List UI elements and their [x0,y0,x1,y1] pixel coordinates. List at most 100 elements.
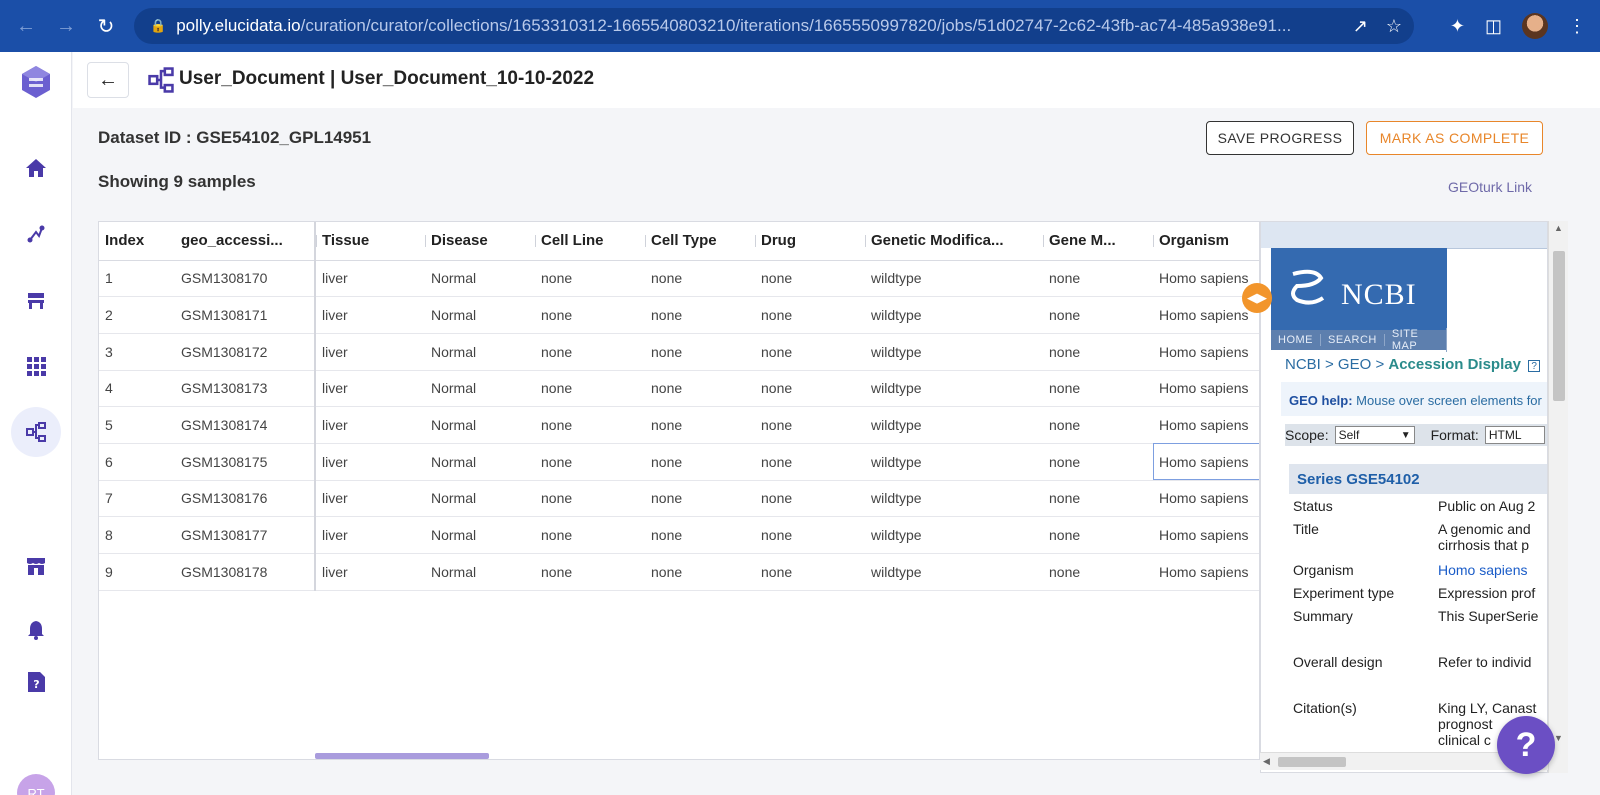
table-cell[interactable]: none [755,516,865,554]
table-row[interactable]: 4 GSM1308173 liver Normal none none none wildty… [99,370,1259,408]
geoturk-link[interactable]: GEOturk Link [1448,179,1532,195]
save-progress-button[interactable]: SAVE PROGRESS [1206,121,1354,155]
table-cell[interactable]: Normal [425,553,535,591]
geo-vscroll-thumb[interactable] [1553,251,1565,401]
side-panel-icon[interactable]: ◫ [1485,16,1502,37]
table-cell[interactable]: none [1043,480,1153,518]
table-cell[interactable]: liver [315,480,425,518]
column-divider[interactable] [645,235,646,247]
reload-icon[interactable]: ↻ [88,8,124,44]
table-cell[interactable]: none [645,333,755,371]
address-bar[interactable]: 🔒 polly.elucidata.io/curation/curator/co… [134,8,1414,44]
table-row[interactable]: 5 GSM1308174 liver Normal none none none wildty… [99,406,1259,444]
column-divider[interactable] [755,235,756,247]
help-doc-icon[interactable]: ? [16,662,56,702]
table-cell[interactable]: Normal [425,260,535,298]
format-select[interactable]: HTML [1484,426,1545,444]
table-cell[interactable]: GSM1308171 [175,296,316,334]
table-row[interactable]: 8 GSM1308177 liver Normal none none none wildty… [99,516,1259,554]
panel-resize-handle[interactable]: ◀▶ [1242,283,1272,313]
table-cell[interactable]: none [755,296,865,334]
table-cell[interactable]: none [535,333,645,371]
table-cell[interactable]: none [535,296,645,334]
column-header[interactable]: geo_accessi... [175,222,316,261]
table-cell[interactable]: GSM1308173 [175,370,316,408]
table-cell[interactable]: GSM1308176 [175,480,316,518]
table-cell[interactable]: none [645,516,755,554]
bell-icon[interactable] [16,610,56,650]
table-cell[interactable]: 5 [99,406,175,444]
scroll-up-icon[interactable]: ▲ [1554,223,1563,233]
table-row[interactable]: 6 GSM1308175 liver Normal none none none wildty… [99,443,1259,481]
table-cell[interactable]: GSM1308177 [175,516,316,554]
table-cell[interactable]: GSM1308174 [175,406,316,444]
scroll-down-icon[interactable]: ▼ [1554,733,1563,743]
table-cell[interactable]: none [1043,333,1153,371]
table-cell[interactable]: Normal [425,443,535,481]
polly-logo-icon[interactable] [16,62,56,102]
user-avatar[interactable]: RT [17,774,55,795]
column-divider[interactable] [1043,235,1044,247]
table-cell[interactable]: none [645,370,755,408]
column-header[interactable]: Cell Line [535,222,645,261]
table-cell[interactable]: none [755,443,865,481]
back-arrow-icon[interactable]: ← [8,8,44,44]
table-cell[interactable]: none [1043,406,1153,444]
table-cell[interactable]: none [535,553,645,591]
curation-icon[interactable] [11,407,61,457]
table-cell[interactable]: wildtype [865,333,1043,371]
table-cell[interactable]: wildtype [865,443,1043,481]
geo-detail-value[interactable]: Homo sapiens [1438,562,1528,578]
table-cell[interactable]: none [1043,516,1153,554]
ncbi-nav-sitemap[interactable]: SITE MAP [1385,328,1447,352]
column-divider[interactable] [1153,235,1154,247]
apps-grid-icon[interactable] [16,346,56,386]
back-button[interactable]: ← [87,62,129,98]
table-cell[interactable]: 1 [99,260,175,298]
ncbi-nav-search[interactable]: SEARCH [1321,334,1385,346]
table-cell[interactable]: Normal [425,296,535,334]
table-cell[interactable]: Homo sapiens [1153,516,1259,554]
geo-hscroll-thumb[interactable] [1278,757,1346,767]
table-cell[interactable]: Normal [425,370,535,408]
table-horizontal-scrollbar[interactable] [315,753,489,759]
table-cell[interactable]: 4 [99,370,175,408]
table-cell[interactable]: Normal [425,333,535,371]
ncbi-banner[interactable]: NCBI [1271,248,1447,330]
table-cell[interactable]: none [645,296,755,334]
extensions-puzzle-icon[interactable]: ✦ [1450,16,1465,37]
table-row[interactable]: 9 GSM1308178 liver Normal none none none wildty… [99,553,1259,591]
table-cell[interactable]: none [645,480,755,518]
table-cell[interactable]: liver [315,443,425,481]
table-cell[interactable]: 8 [99,516,175,554]
table-cell[interactable]: Normal [425,516,535,554]
table-cell[interactable]: none [535,406,645,444]
table-cell[interactable]: none [755,333,865,371]
table-row[interactable]: 3 GSM1308172 liver Normal none none none wildty… [99,333,1259,371]
table-cell[interactable]: none [755,480,865,518]
table-cell[interactable]: GSM1308172 [175,333,316,371]
table-cell[interactable]: GSM1308178 [175,553,316,591]
scope-select[interactable]: Self ▼ [1334,426,1415,444]
table-row[interactable]: 1 GSM1308170 liver Normal none none none wildty… [99,260,1259,298]
column-header[interactable]: Genetic Modifica... [865,222,1043,261]
store-icon[interactable] [16,546,56,586]
table-cell[interactable]: wildtype [865,406,1043,444]
column-header[interactable]: Organism [1153,222,1259,261]
table-cell[interactable]: none [645,443,755,481]
table-cell[interactable]: none [535,480,645,518]
table-cell[interactable]: wildtype [865,516,1043,554]
workspace-icon[interactable] [16,280,56,320]
table-cell[interactable]: 9 [99,553,175,591]
table-cell[interactable]: wildtype [865,370,1043,408]
table-cell[interactable]: none [535,516,645,554]
table-cell[interactable]: none [535,370,645,408]
table-cell[interactable]: wildtype [865,553,1043,591]
home-icon[interactable] [16,148,56,188]
table-cell[interactable]: none [1043,443,1153,481]
table-cell[interactable]: liver [315,333,425,371]
column-header[interactable]: Index [99,222,175,261]
table-cell[interactable]: Homo sapiens [1153,553,1259,591]
table-cell[interactable]: Normal [425,406,535,444]
table-row[interactable]: 2 GSM1308171 liver Normal none none none wildty… [99,296,1259,334]
